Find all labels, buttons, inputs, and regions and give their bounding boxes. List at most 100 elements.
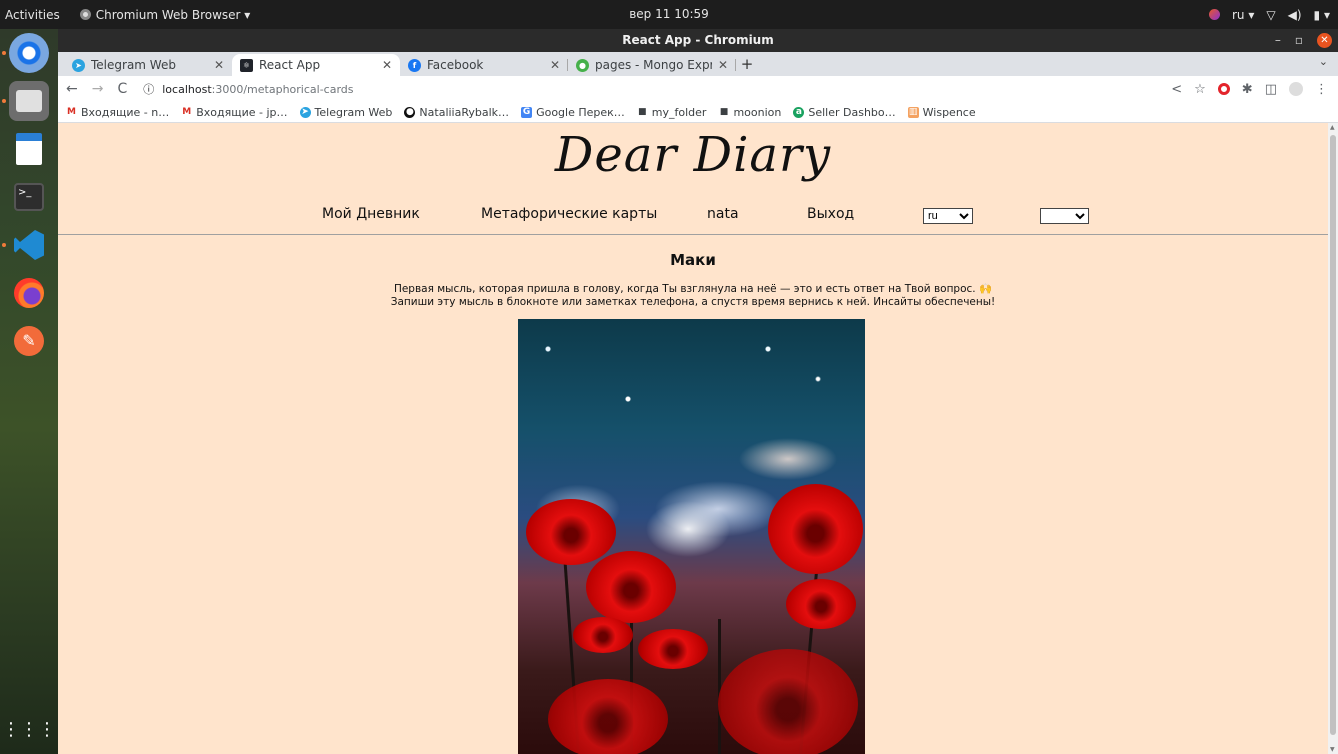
nav-divider <box>58 234 1328 235</box>
bookmark-label: Seller Dashbo… <box>808 105 896 119</box>
window-titlebar[interactable]: React App - Chromium – ▫ ✕ <box>58 29 1338 52</box>
facebook-icon: f <box>408 58 421 72</box>
toolbar-actions: < ☆ ✱ ◫ ⋮ <box>1171 76 1328 102</box>
poppy-flower <box>638 629 708 669</box>
secondary-select[interactable] <box>1040 208 1089 224</box>
share-icon[interactable]: < <box>1171 82 1182 97</box>
tab-close-icon[interactable]: ✕ <box>718 58 728 72</box>
activities-button[interactable]: Activities <box>0 8 72 22</box>
nav-metaphorical-cards[interactable]: Метафорические карты <box>481 206 657 222</box>
active-indicator <box>2 243 6 247</box>
nav-my-diary[interactable]: Мой Дневник <box>322 206 420 222</box>
bookmark-telegram[interactable]: ➤ Telegram Web <box>299 106 392 119</box>
bookmarks-bar: M Входящие - n… M Входящие - jp… ➤ Telegram… <box>58 102 1338 123</box>
system-top-bar: Activities Chromium Web Browser ▾ вер 11… <box>0 0 1338 29</box>
address-bar[interactable]: ⓘ localhost :3000/metaphorical-cards <box>143 81 353 97</box>
seller-icon: a <box>793 106 805 118</box>
wispence-icon: ▥ <box>907 106 919 118</box>
forward-icon[interactable]: → <box>92 81 104 97</box>
poppy-flower <box>548 679 668 754</box>
tab-search-icon[interactable]: ⌄ <box>1319 55 1328 68</box>
card-title: Маки <box>670 251 716 269</box>
tab-strip: ➤ Telegram Web ✕ ⚛ React App ✕ f Faceboo… <box>58 52 1338 76</box>
vscode-dock-icon[interactable] <box>9 225 49 265</box>
nav-user[interactable]: nata <box>707 206 739 222</box>
back-icon[interactable]: ← <box>66 81 78 97</box>
postman-dock-icon[interactable]: ✎ <box>9 321 49 361</box>
minimize-icon[interactable]: – <box>1275 29 1281 52</box>
url-host: localhost <box>162 82 212 96</box>
tab-close-icon[interactable]: ✕ <box>382 58 392 72</box>
tab-telegram[interactable]: ➤ Telegram Web ✕ <box>64 54 232 76</box>
notification-icon[interactable] <box>1209 9 1220 20</box>
show-apps-icon[interactable]: ⋮⋮⋮ <box>2 709 56 749</box>
app-menu[interactable]: Chromium Web Browser ▾ <box>79 8 250 22</box>
card-description-line-1: Первая мысль, которая пришла в голову, к… <box>393 283 993 295</box>
new-tab-button[interactable]: + <box>736 54 758 76</box>
tab-mongo-express[interactable]: ● pages - Mongo Express ✕ <box>568 54 736 76</box>
bookmark-google-translate[interactable]: G Google Перек… <box>521 106 625 119</box>
page-content: Dear Diary Мой Дневник Метафорические ка… <box>58 123 1328 754</box>
translate-icon: G <box>521 106 533 118</box>
window-controls: – ▫ ✕ <box>1275 29 1332 52</box>
bookmark-github[interactable]: ● NataliiaRybalk… <box>404 106 509 119</box>
keyboard-layout[interactable]: ru ▾ <box>1232 8 1254 22</box>
site-info-icon[interactable]: ⓘ <box>143 81 154 97</box>
tab-label: pages - Mongo Express <box>595 58 712 72</box>
poppy-flower <box>526 499 616 565</box>
bookmark-label: Входящие - jp… <box>196 105 288 119</box>
scroll-down-arrow-icon[interactable]: ▼ <box>1330 746 1335 753</box>
poppy-flower <box>718 649 858 754</box>
terminal-dock-icon[interactable]: >_ <box>9 177 49 217</box>
writer-dock-icon[interactable] <box>9 129 49 169</box>
close-window-icon[interactable]: ✕ <box>1317 33 1332 48</box>
tab-close-icon[interactable]: ✕ <box>550 58 560 72</box>
language-select[interactable]: ru <box>923 208 973 224</box>
bookmark-gmail-1[interactable]: M Входящие - n… <box>66 106 169 119</box>
chromium-small-icon <box>79 9 91 20</box>
bookmark-label: my_folder <box>651 105 707 119</box>
bookmark-seller-dashboard[interactable]: a Seller Dashbo… <box>793 105 896 119</box>
poppies-card-image <box>518 319 865 754</box>
bookmark-moonion[interactable]: ■ moonion <box>718 106 782 119</box>
card-description: Первая мысль, которая пришла в голову, к… <box>58 283 1328 309</box>
side-panel-icon[interactable]: ◫ <box>1265 82 1277 97</box>
site-nav: Мой Дневник Метафорические карты nata Вы… <box>58 206 1328 228</box>
files-dock-icon[interactable] <box>9 81 49 121</box>
network-icon[interactable]: ▽ <box>1266 8 1275 22</box>
active-indicator <box>2 51 6 55</box>
page-scrollbar[interactable]: ▲ ▼ <box>1328 123 1338 754</box>
folder-icon: ■ <box>638 107 647 117</box>
tab-separator <box>735 59 736 71</box>
tab-facebook[interactable]: f Facebook ✕ <box>400 54 568 76</box>
scrollbar-thumb[interactable] <box>1330 135 1336 735</box>
react-icon: ⚛ <box>240 58 253 72</box>
nav-logout[interactable]: Выход <box>807 206 854 222</box>
bookmark-my-folder[interactable]: ■ my_folder <box>637 105 707 119</box>
firefox-dock-icon[interactable] <box>9 273 49 313</box>
tab-label: Facebook <box>427 58 484 72</box>
bookmark-label: Wispence <box>922 105 976 119</box>
bookmark-star-icon[interactable]: ☆ <box>1194 82 1206 97</box>
menu-icon[interactable]: ⋮ <box>1315 82 1328 97</box>
extensions-icon[interactable]: ✱ <box>1242 82 1253 97</box>
site-logo[interactable]: Dear Diary <box>58 127 1328 183</box>
folder-icon: ■ <box>719 107 729 117</box>
bookmark-wispence[interactable]: ▥ Wispence <box>907 105 976 119</box>
tab-react-app[interactable]: ⚛ React App ✕ <box>232 54 400 76</box>
dock: >_ ✎ ⋮⋮⋮ <box>0 29 58 754</box>
system-tray[interactable]: ru ▾ ▽ ◀) ▮ ▾ <box>1209 0 1330 29</box>
active-indicator <box>2 99 6 103</box>
tab-close-icon[interactable]: ✕ <box>214 58 224 72</box>
github-icon: ● <box>404 106 416 118</box>
volume-icon[interactable]: ◀) <box>1288 8 1302 22</box>
maximize-icon[interactable]: ▫ <box>1295 29 1303 52</box>
bookmark-gmail-2[interactable]: M Входящие - jp… <box>181 106 287 119</box>
tab-label: React App <box>259 58 321 72</box>
opera-extension-icon[interactable] <box>1217 83 1230 95</box>
scroll-up-arrow-icon[interactable]: ▲ <box>1330 124 1335 131</box>
battery-icon[interactable]: ▮ ▾ <box>1314 8 1330 22</box>
reload-icon[interactable]: C <box>117 81 127 97</box>
profile-icon[interactable] <box>1289 82 1303 96</box>
chromium-dock-icon[interactable] <box>9 33 49 73</box>
